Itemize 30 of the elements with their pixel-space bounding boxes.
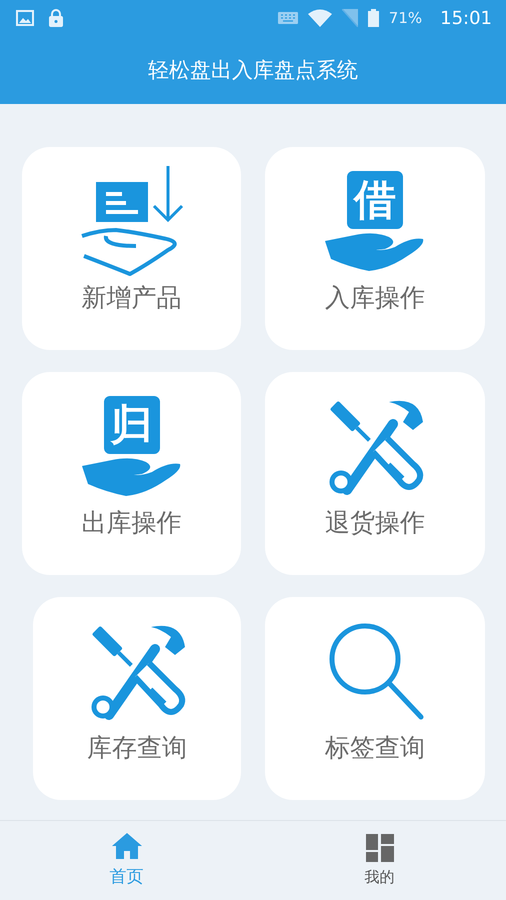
- menu-tile[interactable]: 标签查询: [265, 597, 485, 800]
- image-icon: [16, 10, 34, 26]
- hand-icon: [325, 231, 425, 271]
- glyph-tile: 借: [347, 171, 403, 229]
- menu-tile[interactable]: 借 入库操作: [265, 147, 485, 350]
- home-icon: [112, 833, 142, 859]
- tile-label: 退货操作: [325, 507, 425, 539]
- header-title: 轻松盘出入库盘点系统: [148, 57, 358, 84]
- keyboard-icon: [278, 12, 298, 24]
- tile-label: 入库操作: [325, 282, 425, 314]
- no-sim-icon: [342, 9, 358, 27]
- battery-icon: [368, 9, 379, 27]
- battery-percent: 71%: [388, 9, 422, 27]
- clock-time: 15:01: [440, 8, 492, 28]
- tile-label: 标签查询: [325, 732, 425, 764]
- nav-tab[interactable]: 首页: [0, 821, 253, 900]
- tile-label: 库存查询: [87, 732, 187, 764]
- menu-tile[interactable]: 归 出库操作: [22, 372, 241, 575]
- dashboard-icon: [366, 834, 394, 862]
- menu-tile[interactable]: 退货操作: [265, 372, 485, 575]
- menu-tile[interactable]: 库存查询: [33, 597, 241, 800]
- lock-icon: [48, 8, 64, 28]
- nav-tab[interactable]: 我的: [253, 821, 506, 900]
- tile-label: 出库操作: [82, 507, 182, 539]
- glyph-tile: 归: [104, 396, 160, 454]
- wifi-icon: [308, 9, 332, 27]
- document-hand-icon: [80, 166, 184, 276]
- hand-icon: [82, 456, 182, 496]
- tile-label: 新增产品: [82, 282, 182, 314]
- menu-tile[interactable]: 新增产品: [22, 147, 241, 350]
